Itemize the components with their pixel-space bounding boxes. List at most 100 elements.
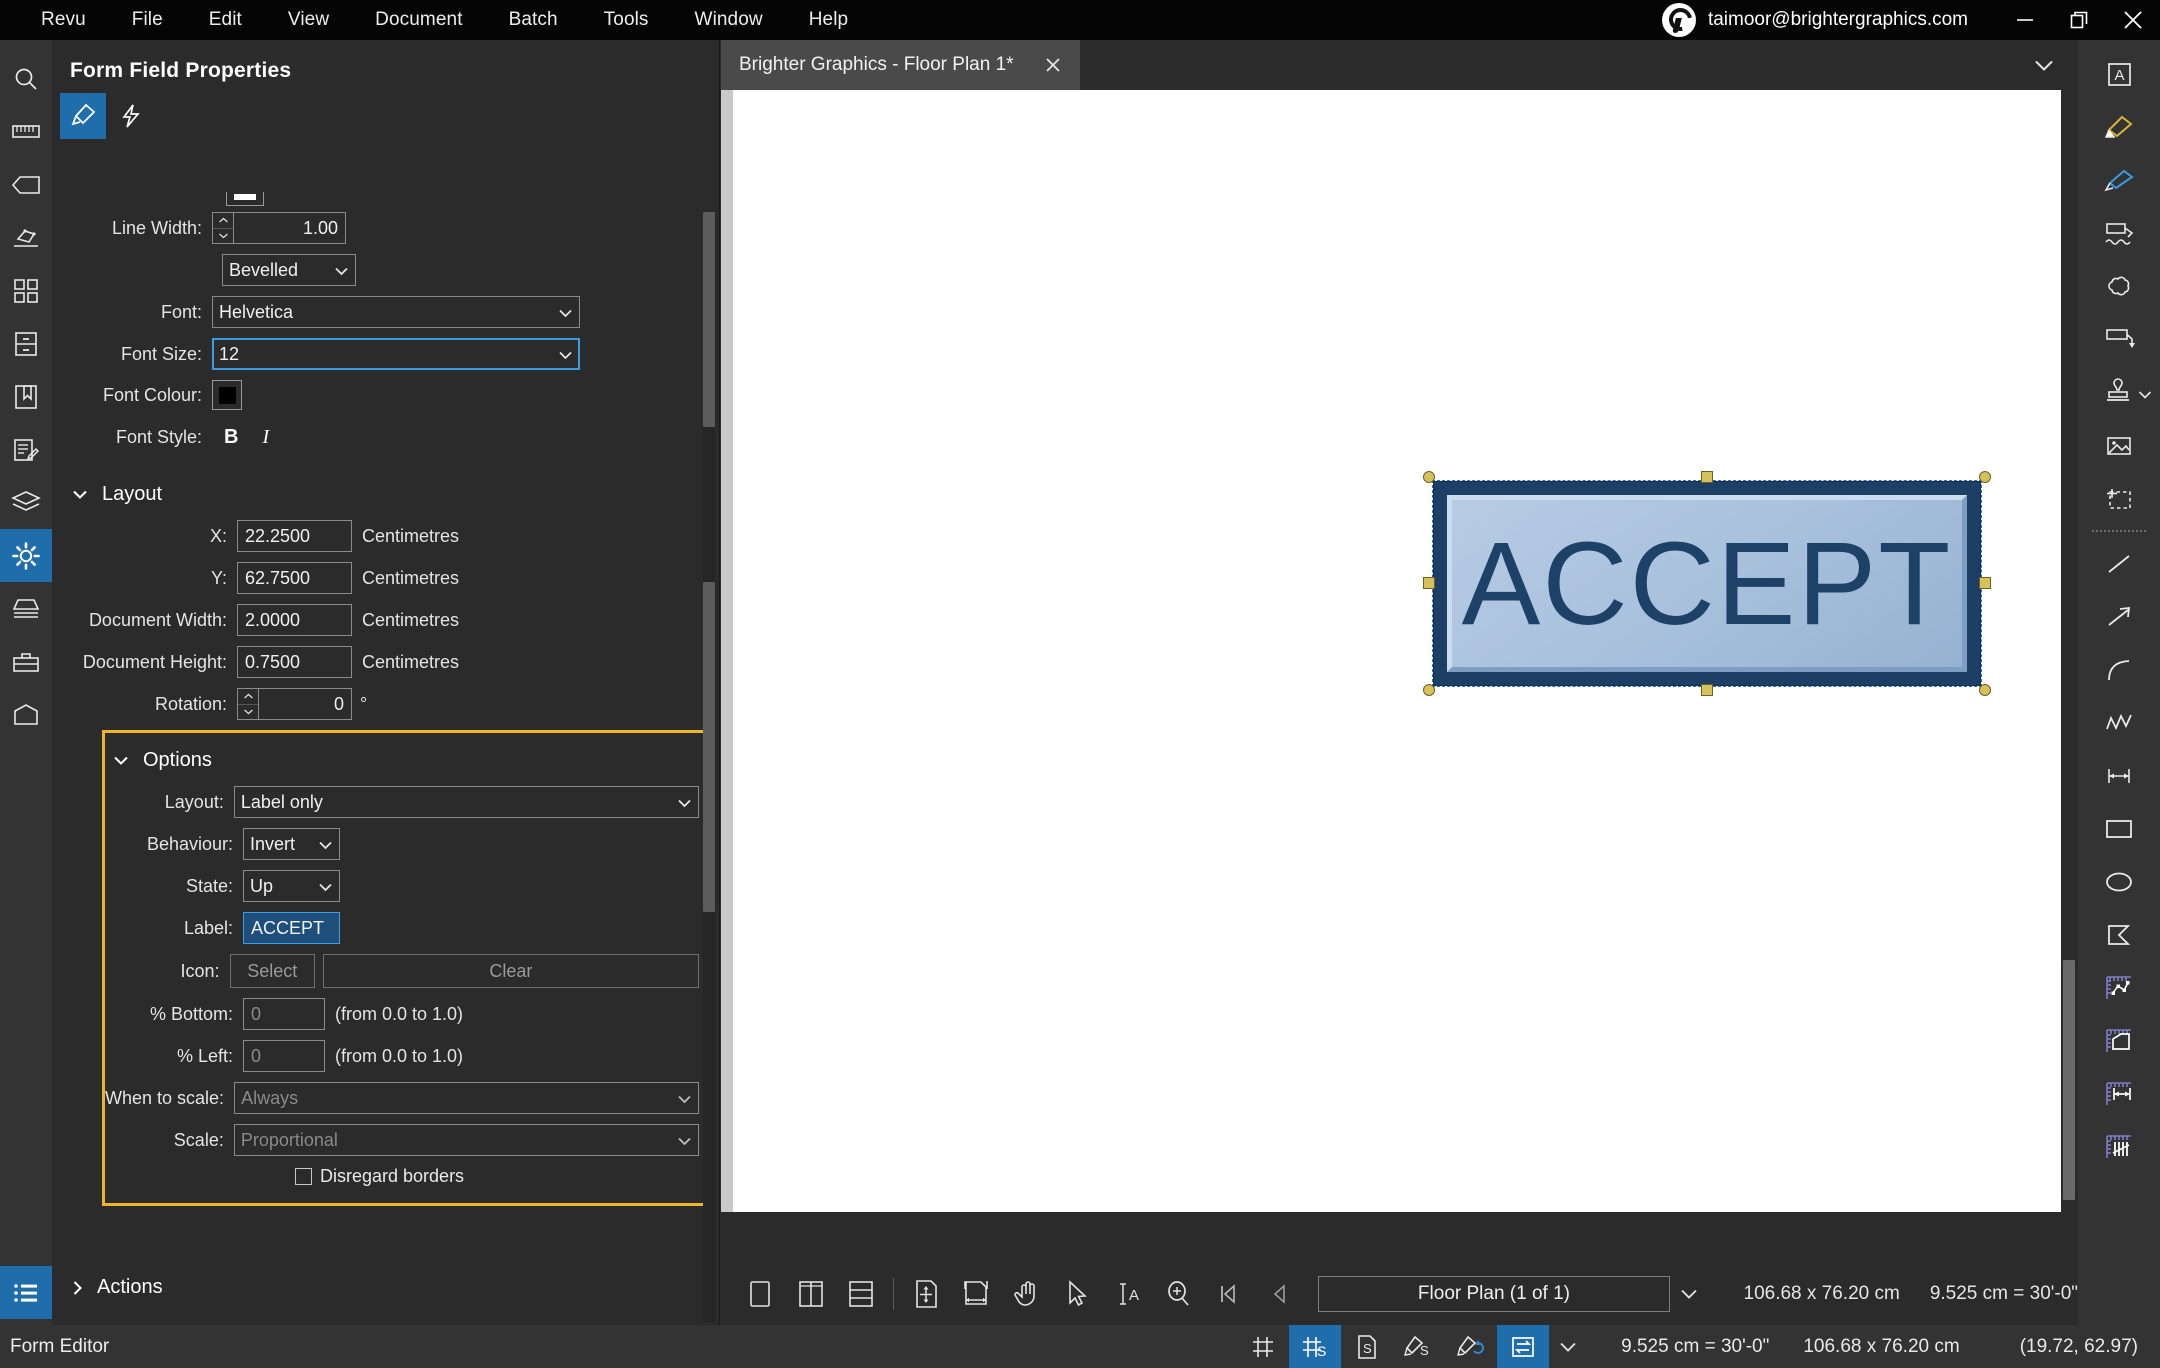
restore-button[interactable] (2052, 0, 2106, 40)
accept-form-field[interactable]: ACCEPT (1423, 471, 1991, 696)
canvas-scrollbar[interactable] (2063, 90, 2075, 1212)
fit-width-icon[interactable] (951, 1269, 1001, 1319)
scale-select[interactable]: Proportional (233, 1124, 699, 1156)
ellipse-icon[interactable] (2078, 855, 2160, 908)
line-icon[interactable] (2078, 537, 2160, 590)
line-width-input[interactable] (233, 212, 346, 244)
snap-to-markup-icon[interactable]: S (1393, 1325, 1445, 1368)
chevron-down-icon[interactable] (2138, 386, 2152, 404)
stamp-icon[interactable] (2078, 366, 2160, 419)
layout-section-header[interactable]: Layout (52, 471, 719, 520)
line-colour-swatch-partial[interactable] (226, 192, 719, 206)
actions-bolt-tab[interactable] (108, 93, 154, 139)
split-horizontal-view-icon[interactable] (836, 1269, 886, 1319)
measure-length-icon[interactable] (2078, 1067, 2160, 1120)
rotation-decrement[interactable] (238, 705, 258, 720)
menu-item-help[interactable]: Help (786, 3, 871, 37)
menu-item-view[interactable]: View (265, 3, 352, 37)
status-chevron-down-icon[interactable] (1549, 1325, 1587, 1368)
disregard-borders-checkbox[interactable] (295, 1168, 312, 1185)
italic-toggle[interactable]: I (250, 426, 281, 449)
icon-clear-button[interactable]: Clear (322, 954, 699, 988)
close-icon[interactable] (1040, 52, 1066, 78)
arrow-icon[interactable] (2078, 590, 2160, 643)
menu-item-document[interactable]: Document (352, 3, 485, 37)
pct-left-input[interactable] (243, 1040, 325, 1072)
field-label-input[interactable] (243, 912, 340, 944)
canvas-scrollbar-thumb[interactable] (2063, 960, 2075, 1200)
resize-handle-middle-right[interactable] (1979, 577, 1991, 589)
file-access-icon[interactable] (0, 317, 52, 370)
3d-model-icon[interactable] (0, 688, 52, 741)
rotation-stepper[interactable] (237, 688, 352, 720)
properties-scrollbar-thumb[interactable] (703, 582, 715, 912)
close-button[interactable] (2106, 0, 2160, 40)
text-box-icon[interactable]: A (2078, 48, 2160, 101)
line-width-decrement[interactable] (213, 229, 233, 244)
search-icon[interactable] (0, 52, 52, 105)
resize-handle-bottom-center[interactable] (1701, 684, 1713, 696)
cloud-icon[interactable] (2078, 260, 2160, 313)
line-width-increment[interactable] (213, 213, 233, 229)
markups-list-icon[interactable] (0, 423, 52, 476)
form-list-icon[interactable] (0, 1266, 52, 1319)
bold-toggle[interactable]: B (212, 426, 250, 449)
polyline-icon[interactable] (2078, 696, 2160, 749)
when-to-scale-select[interactable]: Always (234, 1082, 699, 1114)
resize-handle-top-right[interactable] (1979, 471, 1991, 483)
thumbnails-grid-icon[interactable] (0, 264, 52, 317)
arc-icon[interactable] (2078, 643, 2160, 696)
document-width-input[interactable] (237, 604, 352, 636)
markup-alignment-icon[interactable] (1445, 1325, 1497, 1368)
y-input[interactable] (237, 562, 352, 594)
callout-squiggle-icon[interactable] (2078, 207, 2160, 260)
page-selector-chevron-down-icon[interactable] (1670, 1276, 1707, 1312)
menu-item-file[interactable]: File (109, 3, 186, 37)
chevron-down-icon[interactable] (2024, 45, 2064, 85)
menu-item-revu[interactable]: Revu (18, 3, 109, 37)
account-email[interactable]: taimoor@brightergraphics.com (1708, 9, 1968, 31)
fit-page-icon[interactable] (901, 1269, 951, 1319)
menu-item-tools[interactable]: Tools (581, 3, 672, 37)
image-icon[interactable] (2078, 419, 2160, 472)
properties-gear-icon[interactable] (0, 529, 52, 582)
minimize-button[interactable] (1998, 0, 2052, 40)
menu-item-batch[interactable]: Batch (486, 3, 581, 37)
tag-icon[interactable] (0, 158, 52, 211)
snapshot-icon[interactable] (2078, 472, 2160, 525)
zoom-in-icon[interactable] (1153, 1269, 1203, 1319)
rotation-input[interactable] (258, 688, 352, 720)
sync-views-icon[interactable] (1497, 1325, 1550, 1368)
select-text-icon[interactable]: A (1102, 1269, 1152, 1319)
line-width-stepper[interactable] (212, 212, 346, 244)
resize-handle-top-center[interactable] (1701, 471, 1713, 483)
layers-icon[interactable] (0, 476, 52, 529)
x-input[interactable] (237, 520, 352, 552)
resize-handle-bottom-left[interactable] (1423, 684, 1435, 696)
page-selector[interactable]: Floor Plan (1 of 1) (1317, 1275, 1671, 1312)
select-arrow-icon[interactable] (1052, 1269, 1102, 1319)
rotation-increment[interactable] (238, 689, 258, 705)
properties-scrollbar-thumb-upper[interactable] (703, 212, 715, 427)
icon-select-button[interactable]: Select (229, 954, 315, 988)
font-select[interactable]: Helvetica (212, 296, 580, 328)
pen-icon[interactable] (2078, 154, 2160, 207)
pct-bottom-input[interactable] (243, 998, 325, 1030)
split-vertical-view-icon[interactable] (785, 1269, 835, 1319)
options-section-header[interactable]: Options (105, 737, 699, 786)
font-size-select[interactable]: 12 (212, 338, 580, 370)
dimension-icon[interactable] (2078, 749, 2160, 802)
polygon-icon[interactable] (2078, 908, 2160, 961)
bookmarks-icon[interactable] (0, 370, 52, 423)
takeoff-icon[interactable] (0, 211, 52, 264)
measure-perimeter-icon[interactable] (2078, 1014, 2160, 1067)
pan-hand-icon[interactable] (1002, 1269, 1052, 1319)
snap-to-grid-icon[interactable]: S (1289, 1325, 1342, 1368)
single-page-view-icon[interactable] (735, 1269, 785, 1319)
resize-handle-bottom-right[interactable] (1979, 684, 1991, 696)
rectangle-icon[interactable] (2078, 802, 2160, 855)
callout-arrow-icon[interactable] (2078, 313, 2160, 366)
studio-icon[interactable] (0, 582, 52, 635)
highlighter-icon[interactable] (2078, 101, 2160, 154)
line-style-select[interactable]: Bevelled (222, 254, 356, 286)
